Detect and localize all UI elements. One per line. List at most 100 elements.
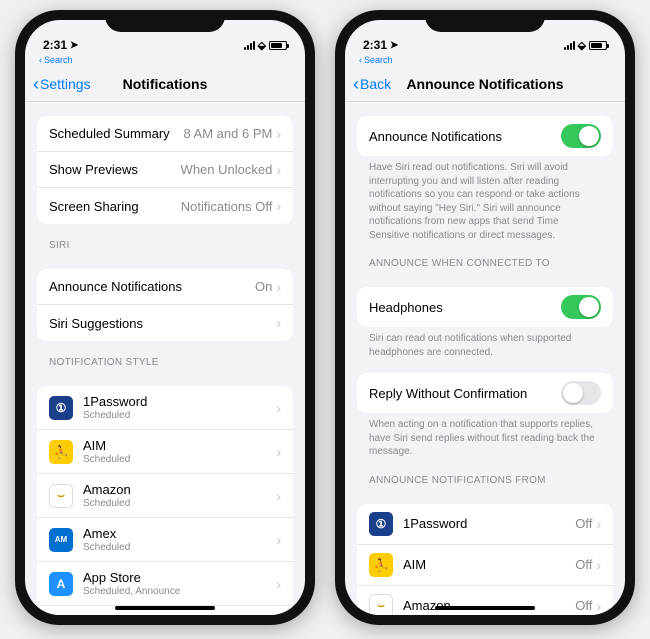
row-top-0[interactable]: Scheduled Summary 8 AM and 6 PM › [37, 116, 293, 152]
app-row[interactable]: ⌣ Amazon Scheduled › [37, 474, 293, 518]
status-time: 2:31 [43, 38, 67, 52]
content-right: Announce Notifications Have Siri read ou… [345, 102, 625, 615]
app-icon: A [49, 572, 73, 596]
app-sub: Scheduled [83, 542, 276, 553]
row-reply: Reply Without Confirmation [357, 373, 613, 413]
chevron-right-icon: › [276, 532, 281, 548]
chevron-left-icon: ‹ [33, 75, 39, 93]
row-headphones: Headphones [357, 287, 613, 327]
row-label: Show Previews [49, 162, 181, 177]
content-left: Scheduled Summary 8 AM and 6 PM › Show P… [25, 102, 305, 615]
group-headphones: Headphones [357, 287, 613, 327]
app-icon: ⛹ [369, 553, 393, 577]
phone-right: 2:31 ➤ ⬙ ‹ Search ‹ Back Announce Notifi… [335, 10, 635, 625]
breadcrumb-label: Search [44, 55, 73, 65]
app-icon: AM [49, 528, 73, 552]
app-sub: Scheduled [83, 498, 276, 509]
home-indicator[interactable] [115, 606, 215, 610]
row-top-1[interactable]: Show Previews When Unlocked › [37, 152, 293, 188]
chevron-right-icon: › [276, 162, 281, 178]
app-value: Off [575, 598, 592, 613]
app-icon: ① [369, 512, 393, 536]
home-indicator[interactable] [435, 606, 535, 610]
back-button[interactable]: ‹ Settings [33, 75, 91, 93]
app-row[interactable]: ⛹ AIM Scheduled › [37, 430, 293, 474]
row-value: Notifications Off [181, 199, 273, 214]
notch [425, 10, 545, 32]
breadcrumb[interactable]: ‹ Search [25, 54, 305, 66]
app-sub: Scheduled, Announce [83, 586, 276, 597]
row-siri-0[interactable]: Announce Notifications On › [37, 269, 293, 305]
row-value: On [255, 279, 272, 294]
location-icon: ➤ [390, 40, 398, 51]
chevron-right-icon: › [276, 400, 281, 416]
section-header-connected: ANNOUNCE WHEN CONNECTED TO [357, 242, 613, 273]
app-name: Amazon [83, 482, 276, 497]
chevron-right-icon: › [276, 444, 281, 460]
section-header-from: ANNOUNCE NOTIFICATIONS FROM [357, 459, 613, 490]
headphones-toggle[interactable] [561, 295, 601, 319]
reply-toggle[interactable] [561, 381, 601, 405]
headphones-footer: Siri can read out notifications when sup… [357, 327, 613, 359]
app-sub: Scheduled [83, 454, 276, 465]
chevron-left-icon: ‹ [353, 75, 359, 93]
back-label: Back [360, 76, 391, 92]
row-label: Siri Suggestions [49, 316, 276, 331]
row-value: 8 AM and 6 PM [183, 126, 272, 141]
headphones-label: Headphones [369, 300, 561, 315]
app-sub: Scheduled [83, 410, 276, 421]
notch [105, 10, 225, 32]
row-label: Screen Sharing [49, 199, 181, 214]
app-row[interactable]: ① 1Password Off › [357, 504, 613, 545]
app-value: Off [575, 557, 592, 572]
screen-right: 2:31 ➤ ⬙ ‹ Search ‹ Back Announce Notifi… [345, 20, 625, 615]
row-top-2[interactable]: Screen Sharing Notifications Off › [37, 188, 293, 224]
chevron-right-icon: › [276, 488, 281, 504]
chevron-right-icon: › [276, 198, 281, 214]
app-name: AIM [83, 438, 276, 453]
back-button[interactable]: ‹ Back [353, 75, 391, 93]
announce-footer: Have Siri read out notifications. Siri w… [357, 156, 613, 242]
signal-icon [244, 41, 255, 50]
screen-left: 2:31 ➤ ⬙ ‹ Search ‹ Settings Notificatio… [25, 20, 305, 615]
signal-icon [564, 41, 575, 50]
reply-footer: When acting on a notification that suppo… [357, 413, 613, 459]
row-value: When Unlocked [181, 162, 273, 177]
app-icon: ⛹ [49, 440, 73, 464]
status-time: 2:31 [363, 38, 387, 52]
announce-toggle[interactable] [561, 124, 601, 148]
group-top: Scheduled Summary 8 AM and 6 PM › Show P… [37, 116, 293, 224]
chevron-right-icon: › [596, 598, 601, 614]
group-from-apps: ① 1Password Off › ⛹ AIM Off › ⌣ Amazon O… [357, 504, 613, 616]
group-apps: ① 1Password Scheduled › ⛹ AIM Scheduled … [37, 386, 293, 615]
app-name: 1Password [403, 516, 575, 531]
app-row[interactable]: ⌣ Amazon Off › [357, 586, 613, 616]
breadcrumb-label: Search [364, 55, 393, 65]
chevron-right-icon: › [276, 279, 281, 295]
section-header-siri: SIRI [37, 224, 293, 255]
chevron-right-icon: › [276, 126, 281, 142]
app-row[interactable]: ① 1Password Scheduled › [37, 386, 293, 430]
app-icon: ⌣ [369, 594, 393, 616]
battery-icon [589, 41, 607, 50]
app-name: Apple Store [83, 614, 276, 615]
row-siri-1[interactable]: Siri Suggestions › [37, 305, 293, 341]
reply-label: Reply Without Confirmation [369, 386, 561, 401]
app-icon: ⌣ [49, 484, 73, 508]
nav-bar: ‹ Settings Notifications [25, 66, 305, 102]
breadcrumb[interactable]: ‹ Search [345, 54, 625, 66]
app-name: App Store [83, 570, 276, 585]
app-name: Amex [83, 526, 276, 541]
app-icon: ① [49, 396, 73, 420]
group-reply: Reply Without Confirmation [357, 373, 613, 413]
row-label: Announce Notifications [49, 279, 255, 294]
app-row[interactable]: A App Store Scheduled, Announce › [37, 562, 293, 606]
app-value: Off [575, 516, 592, 531]
wifi-icon: ⬙ [578, 39, 586, 52]
app-name: 1Password [83, 394, 276, 409]
group-announce: Announce Notifications [357, 116, 613, 156]
app-row[interactable]: AM Amex Scheduled › [37, 518, 293, 562]
app-row[interactable]: ⛹ AIM Off › [357, 545, 613, 586]
location-icon: ➤ [70, 40, 78, 51]
section-header-style: NOTIFICATION STYLE [37, 341, 293, 372]
